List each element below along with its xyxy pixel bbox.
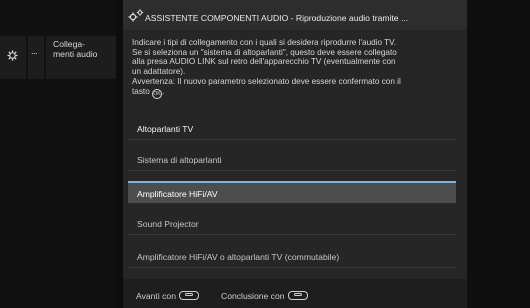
option-label: Amplificatore HiFi/AV — [137, 189, 218, 199]
info-line: tasto OK. — [132, 87, 462, 99]
footer-finish-hint: Conclusione con — [221, 291, 308, 301]
info-line: Se si seleziona un "sistema di altoparla… — [132, 47, 397, 57]
breadcrumb-current-label: Collega- menti audio — [53, 39, 97, 59]
info-line: un adattatore). — [132, 67, 186, 77]
footer-next-hint: Avanti con — [136, 291, 199, 301]
right-button-icon — [178, 291, 199, 300]
end-button-icon — [287, 291, 308, 300]
right-margin — [467, 0, 530, 308]
option-label: Altoparlanti TV — [137, 124, 194, 134]
breadcrumb-current[interactable]: Collega- menti audio — [46, 36, 116, 79]
dialog-footer: Avanti con Conclusione con — [123, 279, 467, 308]
ok-button-icon: OK — [152, 88, 163, 99]
info-line6-text: tasto — [132, 86, 150, 96]
breadcrumb: ... Collega- menti audio — [0, 0, 116, 308]
option-label: Sound Projector — [137, 219, 199, 229]
option-hifi-or-tv-switchable[interactable]: Amplificatore HiFi/AV o altoparlanti TV … — [128, 246, 456, 268]
dialog-instructions: Indicare i tipi di collegamento con i qu… — [132, 38, 462, 99]
breadcrumb-ellipsis-label: ... — [31, 46, 38, 56]
option-label: Sistema di altoparlanti — [137, 155, 222, 165]
info-line: Avvertenza: Il nuovo parametro seleziona… — [132, 76, 401, 86]
breadcrumb-current-line2: menti audio — [53, 49, 98, 59]
option-hifi-amplifier[interactable]: Amplificatore HiFi/AV — [128, 181, 456, 203]
option-speaker-system[interactable]: Sistema di altoparlanti — [128, 149, 456, 171]
info-line: alla presa AUDIO LINK sul retro dell'app… — [132, 57, 396, 67]
footer-next-label: Avanti con — [136, 291, 176, 301]
breadcrumb-settings[interactable] — [0, 36, 26, 79]
dialog-title-bar: ASSISTENTE COMPONENTI AUDIO - Riproduzio… — [123, 0, 467, 30]
audio-wizard-dialog: ASSISTENTE COMPONENTI AUDIO - Riproduzio… — [123, 0, 467, 308]
info-line: Indicare i tipi di collegamento con i qu… — [132, 38, 397, 47]
breadcrumb-ellipsis[interactable]: ... — [28, 36, 44, 79]
option-label: Amplificatore HiFi/AV o altoparlanti TV … — [137, 252, 340, 262]
dialog-title: ASSISTENTE COMPONENTI AUDIO - Riproduzio… — [145, 13, 409, 23]
gear-pair-icon — [128, 9, 144, 22]
gear-icon — [7, 50, 18, 61]
option-tv-speakers[interactable]: Altoparlanti TV — [128, 118, 456, 140]
footer-finish-label: Conclusione con — [221, 291, 285, 301]
info-line6-end: . — [162, 86, 165, 96]
option-sound-projector[interactable]: Sound Projector — [128, 213, 456, 235]
breadcrumb-current-line1: Collega- — [53, 39, 86, 49]
